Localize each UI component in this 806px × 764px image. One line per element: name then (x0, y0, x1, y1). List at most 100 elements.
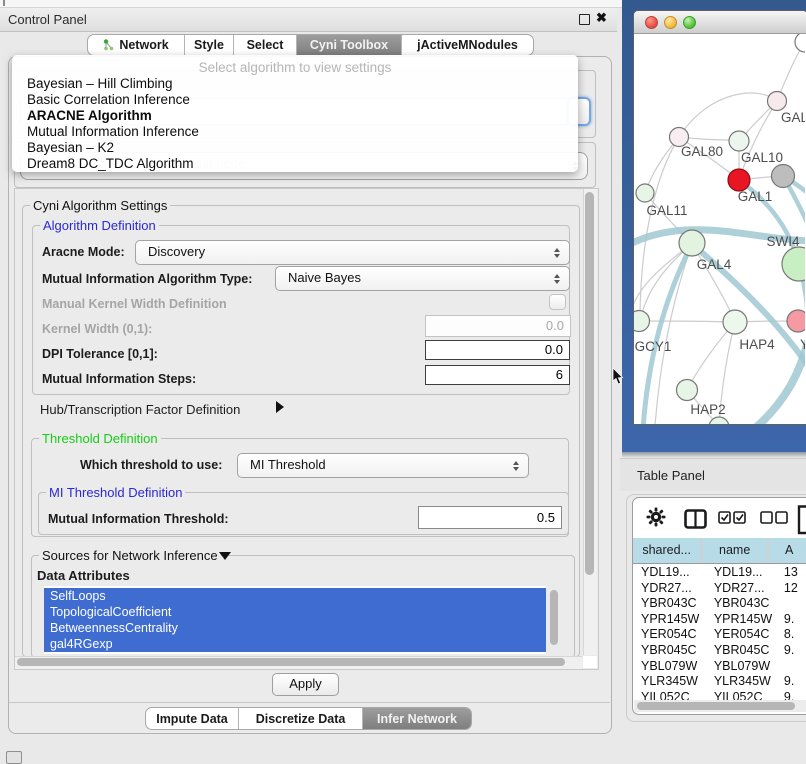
network-node-gal10[interactable] (729, 131, 749, 151)
mi-threshold-label: Mutual Information Threshold: (48, 512, 229, 526)
mi-threshold-input[interactable]: 0.5 (418, 506, 562, 529)
network-node-gal4[interactable] (679, 230, 705, 256)
network-node-hap4[interactable] (723, 310, 747, 334)
table-row[interactable]: YLR345WYLR345W9. (633, 674, 806, 690)
network-canvas[interactable]: GAL7GAL80GAL10GAL1GAL11GAL4SWI4GCY1HAP4Y… (634, 34, 805, 424)
zoom-traffic-light[interactable] (683, 16, 696, 29)
popup-item[interactable]: Dream8 DC_TDC Algorithm (27, 156, 194, 171)
network-node-node-top[interactable] (795, 34, 805, 52)
attr-list-scrollbar[interactable] (550, 590, 558, 645)
table-cell: 9. (782, 690, 806, 700)
popup-item[interactable]: Bayesian – K2 (27, 140, 114, 155)
data-attributes-list[interactable]: SelfLoopsTopologicalCoefficientBetweenne… (44, 586, 546, 654)
table-cell: YLR345W (712, 674, 782, 690)
manual-kernel-checkbox[interactable] (549, 294, 566, 310)
table-cell: YIL052C (712, 690, 782, 700)
network-node-hap2[interactable] (677, 380, 698, 401)
table-panel-header: Table Panel (620, 458, 806, 491)
gear-icon[interactable] (646, 507, 666, 527)
float-window-icon[interactable] (579, 14, 590, 25)
tab-select[interactable]: Select (234, 35, 297, 55)
network-node-gray-node[interactable] (772, 165, 795, 188)
dock-icon[interactable] (6, 751, 22, 764)
network-node-gcy1[interactable] (634, 311, 650, 332)
network-edge[interactable] (679, 93, 777, 137)
manual-kernel-label: Manual Kernel Width Definition (42, 297, 227, 311)
tab-cyni-toolbox[interactable]: Cyni Toolbox (297, 35, 402, 55)
column-header[interactable]: name (702, 538, 767, 563)
attribute-item[interactable]: SelfLoops (44, 588, 546, 604)
attribute-item[interactable]: gal4RGexp (44, 636, 546, 652)
table-cell: 9. (782, 612, 806, 628)
column-header[interactable]: A (769, 538, 806, 563)
network-node-gal1[interactable] (728, 169, 750, 191)
table-h-scrollbar-thumb[interactable] (637, 702, 795, 710)
table-cell: YER054C (712, 627, 782, 643)
popup-item[interactable]: Mutual Information Inference (27, 124, 199, 139)
document-icon[interactable] (797, 505, 806, 535)
select-all-checkboxes-icon[interactable] (718, 511, 746, 525)
network-node-gal11[interactable] (636, 184, 654, 202)
column-header[interactable]: shared... (633, 538, 700, 563)
attribute-item[interactable]: BetweennessCentrality (44, 620, 546, 636)
network-node-gal7[interactable] (768, 92, 787, 111)
dpi-tolerance-input[interactable]: 0.0 (425, 340, 570, 360)
network-node-swi4[interactable] (782, 247, 805, 281)
table-cell: 9. (782, 643, 806, 659)
bottom-tab-discretize-data[interactable]: Discretize Data (239, 708, 363, 729)
bottom-tabs: Impute DataDiscretize DataInfer Network (145, 707, 472, 730)
mi-steps-label: Mutual Information Steps: (42, 372, 196, 386)
table-row[interactable]: YDL19...YDL19...13 (633, 565, 806, 581)
popup-item[interactable]: Basic Correlation Inference (27, 92, 190, 107)
data-attributes-label: Data Attributes (37, 568, 130, 583)
aracne-mode-combo[interactable]: Discovery (135, 240, 570, 265)
which-threshold-value: MI Threshold (250, 457, 326, 472)
node-label-gal1: GAL1 (738, 189, 773, 204)
mouse-cursor (612, 368, 624, 386)
table-row[interactable]: YDR27...YDR27...12 (633, 581, 806, 597)
node-label-gal4: GAL4 (697, 257, 732, 272)
which-threshold-combo[interactable]: MI Threshold (237, 453, 529, 478)
table-cell: YDR27... (712, 581, 782, 597)
sources-title: Sources for Network Inference (39, 548, 221, 563)
network-node-cyc1[interactable] (787, 310, 805, 332)
table-row[interactable]: YER054CYER054C8. (633, 627, 806, 643)
attribute-item[interactable]: TopologicalCoefficient (44, 604, 546, 620)
unselect-all-checkboxes-icon[interactable] (760, 511, 788, 525)
mi-steps-input[interactable]: 6 (425, 365, 570, 385)
combo-arrows-icon (554, 274, 561, 284)
expand-arrow-icon[interactable] (276, 401, 284, 413)
split-columns-icon[interactable] (684, 509, 707, 529)
table-row[interactable]: YPR145WYPR145W9. (633, 612, 806, 628)
collapse-arrow-icon[interactable] (219, 552, 231, 560)
tab-jactivemnodules[interactable]: jActiveMNodules (402, 35, 533, 55)
table-header-row: shared...nameA (633, 538, 806, 564)
mi-type-label: Mutual Information Algorithm Type: (42, 272, 252, 286)
tab-style[interactable]: Style (185, 35, 234, 55)
h-scrollbar-thumb[interactable] (17, 658, 565, 666)
popup-item[interactable]: Bayesian – Hill Climbing (27, 76, 173, 91)
close-traffic-light[interactable] (645, 16, 658, 29)
mi-type-value: Naive Bayes (288, 270, 361, 285)
bottom-tab-impute-data[interactable]: Impute Data (146, 708, 239, 729)
table-cell: YBR043C (712, 596, 782, 612)
table-cell: YBR043C (633, 596, 712, 612)
table-cell (782, 596, 806, 612)
table-row[interactable]: YBL079WYBL079W (633, 659, 806, 675)
network-edge[interactable] (640, 321, 735, 322)
threshold-definition-title: Threshold Definition (39, 431, 161, 446)
hub-definition-label[interactable]: Hub/Transcription Factor Definition (40, 402, 240, 417)
kernel-width-input[interactable]: 0.0 (425, 315, 571, 337)
v-scrollbar-thumb[interactable] (585, 192, 594, 575)
tab-network[interactable]: Network (88, 35, 185, 55)
network-edge[interactable] (692, 244, 735, 322)
apply-button[interactable]: Apply (272, 673, 339, 696)
table-row[interactable]: YIL052CYIL052C9. (633, 690, 806, 700)
minimize-traffic-light[interactable] (664, 16, 677, 29)
close-icon[interactable]: ✖ (596, 11, 607, 24)
table-row[interactable]: YBR045CYBR045C9. (633, 643, 806, 659)
popup-item[interactable]: ARACNE Algorithm (27, 108, 152, 123)
bottom-tab-infer-network[interactable]: Infer Network (363, 708, 471, 729)
table-row[interactable]: YBR043CYBR043C (633, 596, 806, 612)
mi-type-combo[interactable]: Naive Bayes (275, 266, 570, 291)
